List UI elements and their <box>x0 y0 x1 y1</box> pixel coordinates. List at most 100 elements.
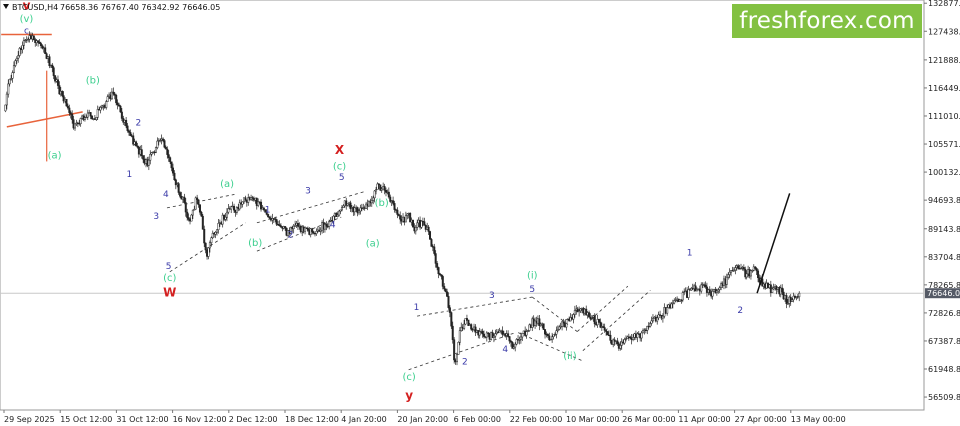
candle-down <box>423 221 426 226</box>
y-tick-label: 100132.80 <box>928 168 960 177</box>
candle-up <box>718 287 721 290</box>
y-tick-label: 116449.80 <box>928 84 960 93</box>
candle-up <box>619 345 622 349</box>
candle-down <box>71 113 74 120</box>
x-tick-label: 16 Nov 12:00 <box>173 415 227 424</box>
candle-up <box>241 201 244 205</box>
candle-up <box>224 216 227 220</box>
candle-down <box>129 132 132 136</box>
candle-down <box>446 291 449 297</box>
candle-up <box>651 317 654 322</box>
candle-down <box>616 340 619 345</box>
symbol-label: BTCUSD,H4 <box>12 3 58 12</box>
candle-down <box>201 215 204 230</box>
candle-down <box>173 172 176 181</box>
wave-label: 2 <box>737 306 743 316</box>
candle-up <box>5 93 8 106</box>
candle-up <box>494 333 497 337</box>
candle-up <box>21 45 24 50</box>
x-tick-label: 15 Oct 12:00 <box>60 415 112 424</box>
candle-down <box>593 315 596 325</box>
candle-down <box>708 289 711 294</box>
candle-up <box>86 112 89 118</box>
candle-down <box>127 130 130 133</box>
candle-down <box>275 219 278 225</box>
wave-label: (ii) <box>563 351 576 362</box>
candle-down <box>167 154 170 158</box>
brand-logo: freshforex.com <box>732 4 922 38</box>
candle-up <box>728 271 731 275</box>
wave-label: 2 <box>462 358 468 368</box>
candle-down <box>200 211 203 217</box>
wave-label: X <box>335 143 345 157</box>
x-tick-label: 18 Dec 12:00 <box>285 415 339 424</box>
candle-up <box>416 222 419 228</box>
candle-up <box>8 78 11 85</box>
candle-up <box>74 123 77 129</box>
wave-label: 3 <box>305 186 311 196</box>
price-chart[interactable]: v(v)c(a)(b)21435(c)W(a)(b)12345(c)X(b)(a… <box>0 0 960 426</box>
candle-down <box>482 333 485 337</box>
candle-down <box>187 217 190 220</box>
wave-label: (c) <box>403 372 416 383</box>
candle-down <box>119 105 122 113</box>
candle-down <box>392 200 395 204</box>
candle-up <box>661 315 664 319</box>
candle-down <box>116 102 119 106</box>
candle-up <box>14 60 17 66</box>
candle-down <box>430 239 433 247</box>
candle-up <box>455 354 458 363</box>
candle-down <box>39 43 42 46</box>
candle-up <box>99 107 102 111</box>
candle-up <box>340 207 343 211</box>
wave-label: (a) <box>220 179 234 190</box>
candle-up <box>4 104 7 112</box>
wave-label: 5 <box>339 173 345 183</box>
candle-up <box>681 292 684 301</box>
candle-up <box>670 303 673 309</box>
chart-window: v (v) c (a) (b) 2 1 4 3 5 (c) W (a) (b) 1 2 3 4 5 (c) X (b) (a… <box>0 0 960 426</box>
candle-down <box>296 223 299 227</box>
candle-up <box>191 209 194 216</box>
wave-label: (v) <box>20 14 34 25</box>
candle-up <box>715 290 718 293</box>
candle-down <box>448 307 451 313</box>
x-tick-label: 6 Feb 00:00 <box>454 415 501 424</box>
y-tick-label: 121888.80 <box>928 56 960 65</box>
x-tick-label: 22 Feb 00:00 <box>510 415 562 424</box>
x-tick-label: 31 Oct 12:00 <box>116 415 168 424</box>
candle-down <box>170 161 173 169</box>
candle-down <box>169 157 172 163</box>
header-bar: BTCUSD,H4 76658.36 76767.40 76342.92 766… <box>3 3 220 12</box>
wave-label: (a) <box>48 150 62 161</box>
candle-up <box>519 336 522 340</box>
candle-down <box>757 270 760 279</box>
candle-up <box>147 159 150 166</box>
x-tick-label: 13 May 00:00 <box>791 415 846 424</box>
candle-up <box>650 320 653 324</box>
candle-down <box>383 186 386 191</box>
candle-up <box>15 58 18 61</box>
candle-up <box>217 223 220 231</box>
candle-down <box>115 95 118 104</box>
y-tick-label: 94693.80 <box>928 196 960 205</box>
wave-label: 1 <box>687 248 693 258</box>
y-tick-label: 83704.80 <box>928 253 960 262</box>
candle-down <box>411 219 414 228</box>
candle-up <box>457 342 460 355</box>
y-tick-label: 56509.80 <box>928 393 960 402</box>
candle-up <box>12 65 15 73</box>
candle-up <box>632 337 635 340</box>
candle-down <box>163 140 166 148</box>
wave-label: y <box>405 389 413 403</box>
candle-up <box>207 247 210 257</box>
y-tick-label: 72826.80 <box>928 309 960 318</box>
candle-down <box>89 112 92 117</box>
wave-label: 1 <box>126 170 132 180</box>
candle-down <box>65 98 68 107</box>
candle-down <box>453 339 456 361</box>
candle-down <box>481 330 484 335</box>
candle-down <box>447 296 450 308</box>
candle-up <box>700 284 703 292</box>
candle-up <box>666 307 669 314</box>
